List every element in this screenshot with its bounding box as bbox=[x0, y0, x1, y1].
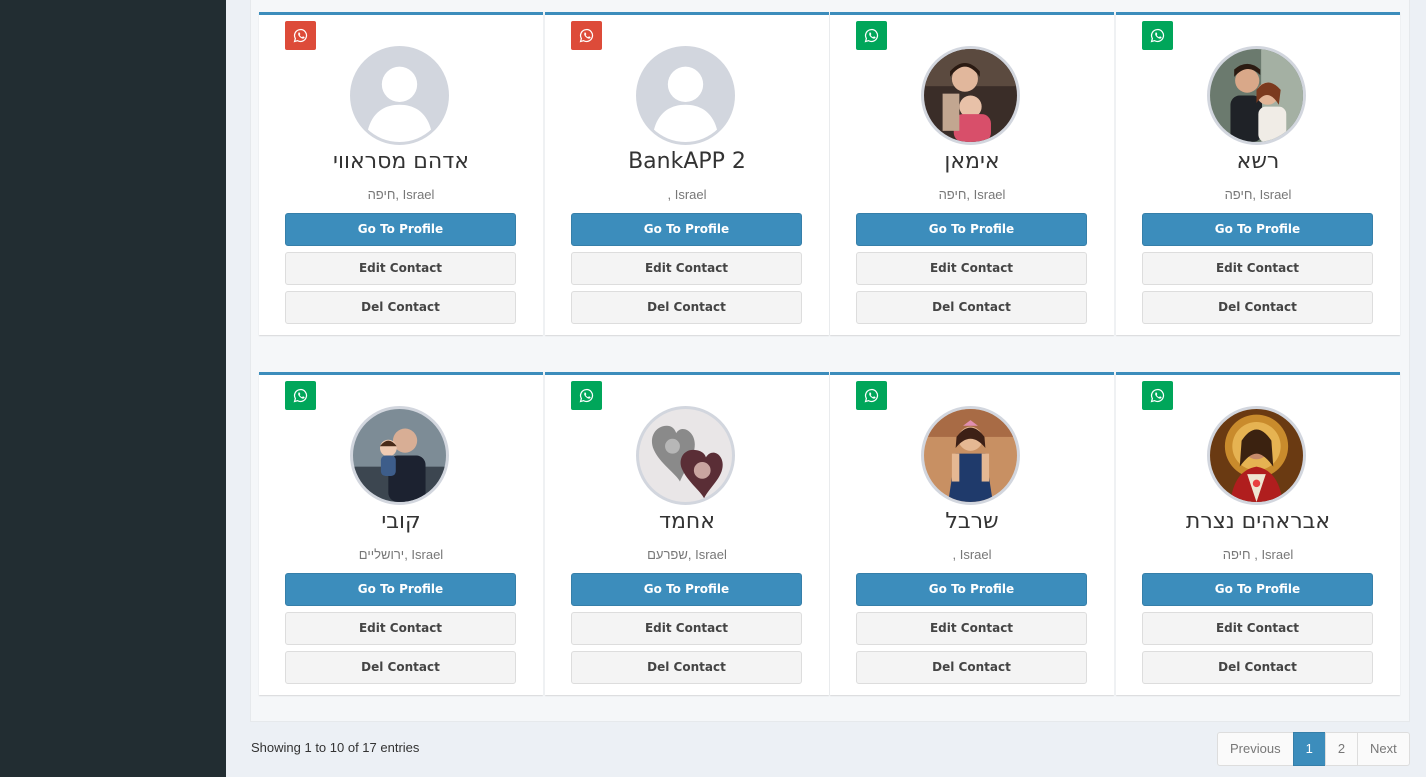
avatar bbox=[1207, 406, 1306, 505]
contact-name: אבראהים נצרת bbox=[1185, 509, 1331, 534]
contact-card: אדהם מסראווי חיפה, Israel Go To Profile Edi… bbox=[259, 12, 543, 335]
whatsapp-icon[interactable] bbox=[1142, 21, 1173, 50]
pagination-page-1[interactable]: 1 bbox=[1292, 732, 1326, 766]
contact-location: ירושליים, Israel bbox=[358, 547, 444, 562]
avatar bbox=[350, 406, 449, 505]
contact-location: , Israel bbox=[667, 187, 707, 202]
contact-name: אחמד bbox=[658, 509, 716, 534]
contact-card: רשא חיפה, Israel Go To Profile Edit Contact… bbox=[1116, 12, 1400, 335]
whatsapp-icon[interactable] bbox=[285, 381, 316, 410]
contact-location: חיפה, Israel bbox=[367, 187, 435, 202]
edit-contact-button[interactable]: Edit Contact bbox=[1142, 612, 1373, 645]
contact-name: אימאן bbox=[944, 149, 1000, 174]
contact-location: , Israel bbox=[952, 547, 992, 562]
edit-contact-button[interactable]: Edit Contact bbox=[285, 612, 516, 645]
contact-card: אחמד שפרעם, Israel Go To Profile Edit Conta… bbox=[545, 372, 829, 695]
edit-contact-button[interactable]: Edit Contact bbox=[1142, 252, 1373, 285]
contact-location: חיפה, Israel bbox=[938, 187, 1006, 202]
delete-contact-button[interactable]: Del Contact bbox=[856, 291, 1087, 324]
go-to-profile-button[interactable]: Go To Profile bbox=[1142, 213, 1373, 246]
delete-contact-button[interactable]: Del Contact bbox=[285, 291, 516, 324]
contact-name: BankAPP 2 bbox=[628, 149, 746, 174]
contact-card: אבראהים נצרת חיפה , Israel Go To Profile Ed… bbox=[1116, 372, 1400, 695]
pagination: Previous 1 2 Next bbox=[1217, 732, 1410, 766]
edit-contact-button[interactable]: Edit Contact bbox=[571, 252, 802, 285]
avatar bbox=[921, 46, 1020, 145]
whatsapp-icon[interactable] bbox=[571, 21, 602, 50]
delete-contact-button[interactable]: Del Contact bbox=[571, 651, 802, 684]
edit-contact-button[interactable]: Edit Contact bbox=[856, 612, 1087, 645]
delete-contact-button[interactable]: Del Contact bbox=[1142, 291, 1373, 324]
pagination-next[interactable]: Next bbox=[1357, 732, 1410, 766]
contact-name: קובי bbox=[381, 509, 421, 534]
main-content: אדהם מסראווי חיפה, Israel Go To Profile Edi… bbox=[226, 0, 1426, 777]
delete-contact-button[interactable]: Del Contact bbox=[1142, 651, 1373, 684]
avatar bbox=[1207, 46, 1306, 145]
contact-name: רשא bbox=[1236, 149, 1280, 174]
go-to-profile-button[interactable]: Go To Profile bbox=[856, 573, 1087, 606]
go-to-profile-button[interactable]: Go To Profile bbox=[285, 213, 516, 246]
table-info: Showing 1 to 10 of 17 entries bbox=[251, 740, 420, 755]
go-to-profile-button[interactable]: Go To Profile bbox=[571, 573, 802, 606]
go-to-profile-button[interactable]: Go To Profile bbox=[571, 213, 802, 246]
whatsapp-icon[interactable] bbox=[571, 381, 602, 410]
delete-contact-button[interactable]: Del Contact bbox=[571, 291, 802, 324]
pagination-previous[interactable]: Previous bbox=[1217, 732, 1294, 766]
go-to-profile-button[interactable]: Go To Profile bbox=[285, 573, 516, 606]
edit-contact-button[interactable]: Edit Contact bbox=[856, 252, 1087, 285]
contact-card: BankAPP 2 , Israel Go To Profile Edit Conta… bbox=[545, 12, 829, 335]
whatsapp-icon[interactable] bbox=[856, 21, 887, 50]
avatar bbox=[636, 46, 735, 145]
contact-card: אימאן חיפה, Israel Go To Profile Edit Conta… bbox=[830, 12, 1114, 335]
contact-location: חיפה, Israel bbox=[1224, 187, 1292, 202]
contacts-panel: אדהם מסראווי חיפה, Israel Go To Profile Edi… bbox=[250, 0, 1410, 722]
contact-name: שרבל bbox=[945, 509, 999, 534]
go-to-profile-button[interactable]: Go To Profile bbox=[856, 213, 1087, 246]
contact-name: אדהם מסראווי bbox=[333, 149, 469, 174]
contact-location: שפרעם, Israel bbox=[647, 547, 727, 562]
sidebar bbox=[0, 0, 226, 777]
whatsapp-icon[interactable] bbox=[285, 21, 316, 50]
avatar bbox=[636, 406, 735, 505]
contact-card: שרבל , Israel Go To Profile Edit Contact Del… bbox=[830, 372, 1114, 695]
whatsapp-icon[interactable] bbox=[856, 381, 887, 410]
delete-contact-button[interactable]: Del Contact bbox=[856, 651, 1087, 684]
avatar bbox=[350, 46, 449, 145]
go-to-profile-button[interactable]: Go To Profile bbox=[1142, 573, 1373, 606]
avatar bbox=[921, 406, 1020, 505]
contact-location: חיפה , Israel bbox=[1222, 547, 1294, 562]
whatsapp-icon[interactable] bbox=[1142, 381, 1173, 410]
delete-contact-button[interactable]: Del Contact bbox=[285, 651, 516, 684]
edit-contact-button[interactable]: Edit Contact bbox=[285, 252, 516, 285]
contact-card: קובי ירושליים, Israel Go To Profile Edit Co… bbox=[259, 372, 543, 695]
pagination-page-2[interactable]: 2 bbox=[1324, 732, 1359, 766]
edit-contact-button[interactable]: Edit Contact bbox=[571, 612, 802, 645]
